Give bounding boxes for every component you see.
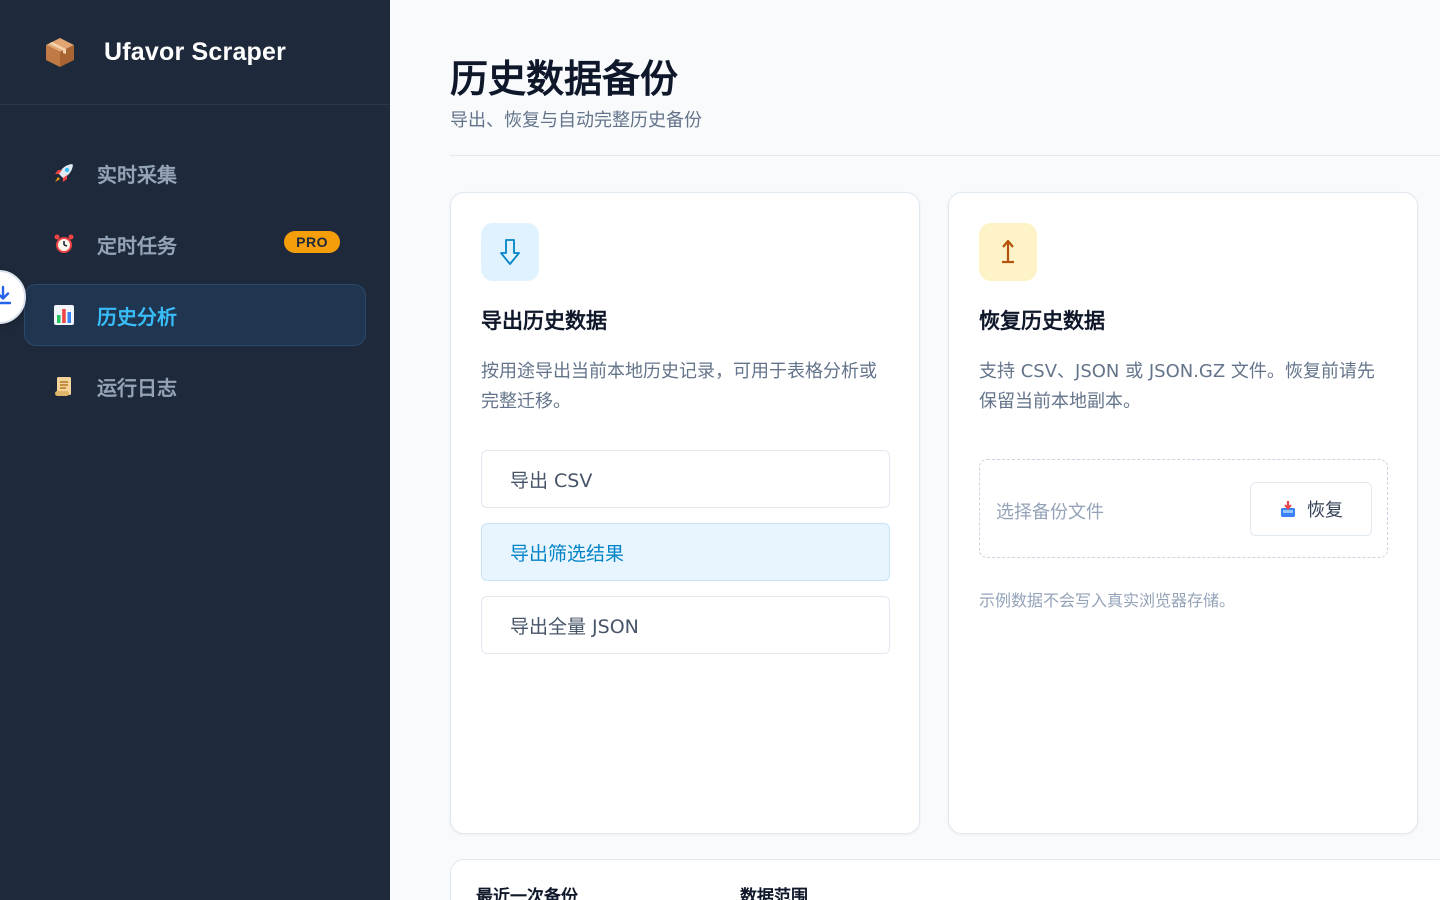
sidebar-item-label: 定时任务 bbox=[97, 233, 177, 258]
restore-card-title: 恢复历史数据 bbox=[979, 309, 1105, 333]
inbox-tray-icon bbox=[1279, 500, 1297, 518]
sidebar-item-realtime-collect[interactable]: 实时采集 bbox=[24, 142, 366, 204]
page-title: 历史数据备份 bbox=[450, 57, 679, 101]
restore-card: 恢复历史数据 支持 CSV、JSON 或 JSON.GZ 文件。恢复前请先保留当… bbox=[948, 192, 1418, 834]
export-csv-button[interactable]: 导出 CSV bbox=[481, 450, 890, 508]
file-picker-placeholder: 选择备份文件 bbox=[996, 502, 1104, 523]
export-card-title: 导出历史数据 bbox=[481, 309, 607, 333]
sidebar-item-scheduled-tasks[interactable]: 定时任务 PRO bbox=[24, 213, 366, 275]
restore-card-description: 支持 CSV、JSON 或 JSON.GZ 文件。恢复前请先保留当前本地副本。 bbox=[979, 361, 1375, 412]
backup-file-picker[interactable]: 选择备份文件 恢复 bbox=[979, 459, 1388, 558]
download-icon bbox=[0, 285, 12, 309]
app-root: Ufavor Scraper 实时采集 定时任务 PRO 历史分析 运行日志 历… bbox=[0, 0, 1440, 900]
export-filtered-button[interactable]: 导出筛选结果 bbox=[481, 523, 890, 581]
scroll-icon bbox=[51, 373, 77, 399]
page-subtitle: 导出、恢复与自动完整历史备份 bbox=[450, 110, 702, 131]
sidebar-item-label: 实时采集 bbox=[97, 162, 177, 187]
sidebar-item-run-logs[interactable]: 运行日志 bbox=[24, 355, 366, 417]
app-title: Ufavor Scraper bbox=[104, 37, 287, 66]
export-card-description: 按用途导出当前本地历史记录，可用于表格分析或完整迁移。 bbox=[481, 361, 877, 412]
sidebar-item-label: 历史分析 bbox=[97, 304, 177, 329]
last-backup-label: 最近一次备份 bbox=[476, 887, 578, 900]
pro-badge: PRO bbox=[284, 231, 340, 253]
main-content: 历史数据备份 导出、恢复与自动完整历史备份 导出历史数据 按用途导出当前本地历史… bbox=[450, 0, 1440, 900]
arrow-up-down-icon bbox=[979, 223, 1037, 281]
header-divider bbox=[450, 155, 1440, 156]
rocket-icon bbox=[51, 160, 77, 186]
demo-data-note: 示例数据不会写入真实浏览器存储。 bbox=[979, 591, 1236, 610]
sidebar-nav: 实时采集 定时任务 PRO 历史分析 运行日志 bbox=[24, 142, 366, 426]
restore-button-label: 恢复 bbox=[1307, 500, 1343, 521]
sidebar-item-history-analysis[interactable]: 历史分析 bbox=[24, 284, 366, 346]
sidebar-item-label: 运行日志 bbox=[97, 375, 177, 400]
backup-summary-card: 最近一次备份 数据范围 bbox=[450, 859, 1440, 900]
arrow-down-icon bbox=[481, 223, 539, 281]
alarm-clock-icon bbox=[51, 231, 77, 257]
restore-button[interactable]: 恢复 bbox=[1250, 482, 1372, 536]
export-full-json-button[interactable]: 导出全量 JSON bbox=[481, 596, 890, 654]
bar-chart-icon bbox=[51, 302, 77, 328]
package-box-icon bbox=[42, 34, 78, 70]
export-card: 导出历史数据 按用途导出当前本地历史记录，可用于表格分析或完整迁移。 导出 CS… bbox=[450, 192, 920, 834]
data-range-label: 数据范围 bbox=[740, 887, 808, 900]
sidebar: Ufavor Scraper 实时采集 定时任务 PRO 历史分析 运行日志 bbox=[0, 0, 390, 900]
brand: Ufavor Scraper bbox=[0, 0, 390, 105]
